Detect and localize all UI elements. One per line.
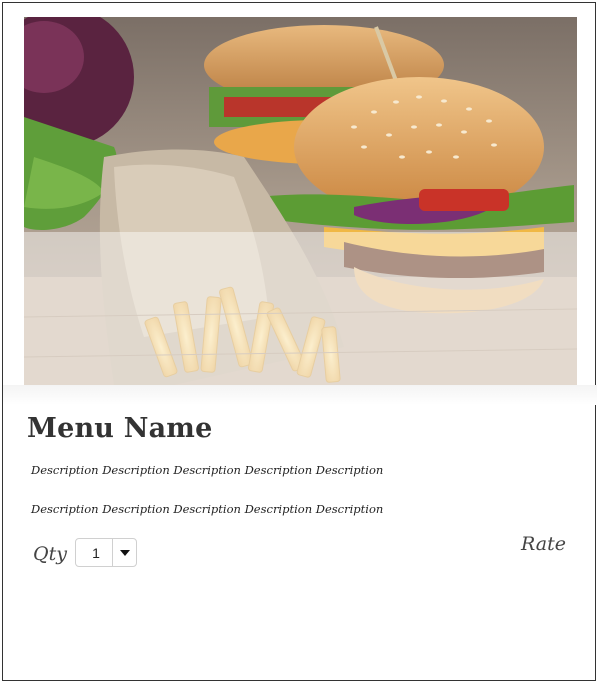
image-caption-band — [3, 385, 597, 405]
menu-item-photo — [24, 17, 577, 385]
quantity-select[interactable]: 1 — [75, 538, 137, 567]
qty-label: Qty — [33, 543, 67, 565]
menu-description-line-1: Description Description Description Desc… — [31, 463, 384, 477]
chevron-down-icon[interactable] — [112, 539, 136, 566]
menu-name-title: Menu Name — [27, 413, 213, 444]
rate-label: Rate — [521, 533, 566, 555]
photo-overlay — [24, 232, 577, 385]
menu-item-card: Menu Name Description Description Descri… — [2, 2, 597, 681]
menu-description-line-2: Description Description Description Desc… — [31, 502, 384, 516]
quantity-value: 1 — [92, 544, 100, 561]
